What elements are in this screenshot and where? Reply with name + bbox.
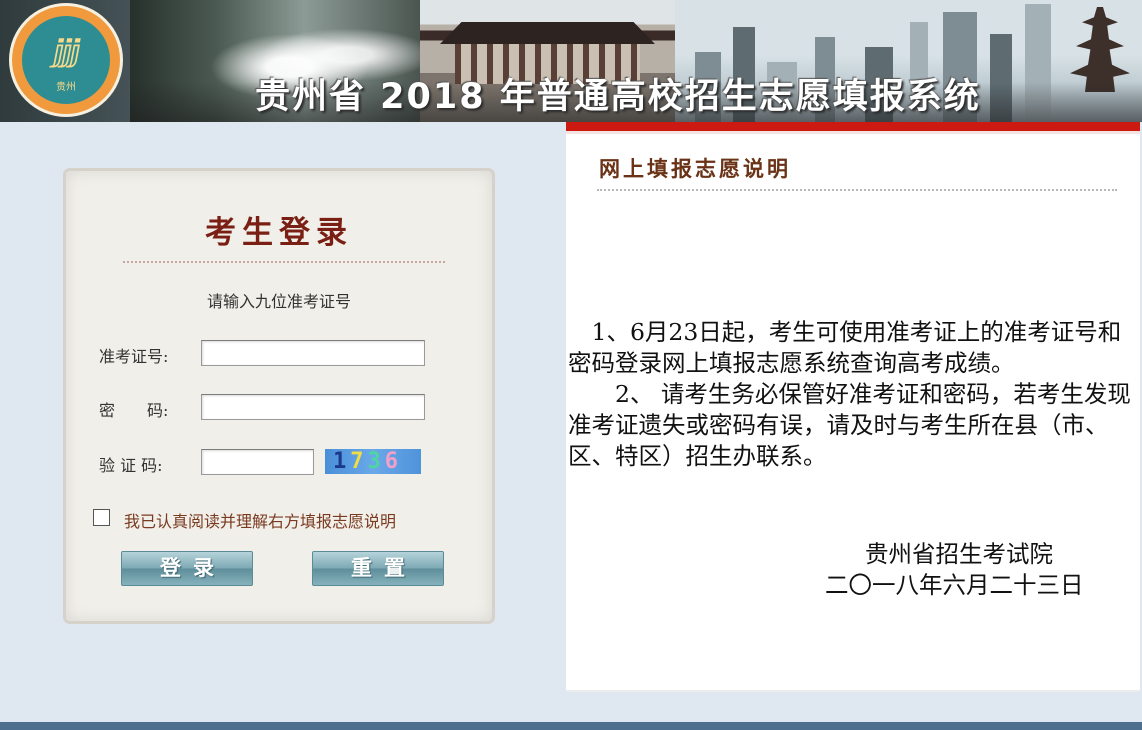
notice-red-bar-shadow [566, 131, 1140, 134]
logo-inner: ⅉⅉⅉ 贵州 [22, 16, 110, 104]
notice-signature-date: 二〇一八年六月二十三日 [825, 571, 1084, 599]
agree-label[interactable]: 我已认真阅读并理解右方填报志愿说明 [124, 508, 396, 532]
captcha-digit: 6 [384, 449, 402, 474]
reset-button[interactable]: 重置 [312, 551, 444, 586]
notice-bottom-border [566, 690, 1140, 692]
notice-paragraph-1: 1、6月23日起，考生可使用准考证上的准考证号和密码登录网上填报志愿系统查询高考… [568, 318, 1122, 377]
footer-bar [0, 722, 1142, 730]
logo-glyph: ⅉⅉⅉ [53, 34, 81, 69]
login-title: 考生登录 [205, 215, 353, 251]
captcha-label: 验 证 码: [99, 456, 163, 475]
login-title-divider [123, 261, 445, 263]
password-label: 密 码: [99, 401, 169, 420]
exam-authority-logo: ⅉⅉⅉ 贵州 [12, 6, 120, 114]
header-banner: ⅉⅉⅉ 贵州 贵州省 2018 年普通高校招生志愿填报系统 [0, 0, 1142, 122]
exam-id-input[interactable] [201, 340, 425, 366]
notice-title: 网上填报志愿说明 [599, 156, 791, 181]
notice-body: 1、6月23日起，考生可使用准考证上的准考证号和密码登录网上填报志愿系统查询高考… [568, 317, 1138, 472]
notice-title-divider [597, 189, 1117, 191]
password-input[interactable] [201, 394, 425, 420]
captcha-input[interactable] [201, 449, 314, 475]
login-hint: 请输入九位准考证号 [206, 292, 351, 311]
exam-id-label: 准考证号: [99, 347, 169, 366]
system-title: 贵州省 2018 年普通高校招生志愿填报系统 [255, 77, 981, 117]
pavilion-roof [440, 22, 655, 44]
agree-checkbox[interactable] [93, 509, 110, 526]
notice-panel: 网上填报志愿说明 1、6月23日起，考生可使用准考证上的准考证号和密码登录网上填… [566, 122, 1140, 692]
pagoda-icon [1070, 7, 1130, 92]
notice-paragraph-2: 2、 请考生务必保管好准考证和密码，若考生发现准考证遗失或密码有误，请及时与考生… [568, 380, 1131, 470]
login-panel: 考生登录 请输入九位准考证号 准考证号: 密 码: 验 证 码: 1736 我已… [63, 168, 495, 624]
captcha-image[interactable]: 1736 [325, 449, 421, 474]
captcha-digit: 3 [367, 449, 385, 474]
captcha-digit: 1 [333, 449, 351, 474]
notice-red-bar [566, 122, 1140, 131]
notice-signature-org: 贵州省招生考试院 [865, 540, 1053, 568]
logo-subtext: 贵州 [56, 82, 76, 93]
captcha-digit: 7 [350, 449, 368, 474]
login-button[interactable]: 登录 [121, 551, 253, 586]
